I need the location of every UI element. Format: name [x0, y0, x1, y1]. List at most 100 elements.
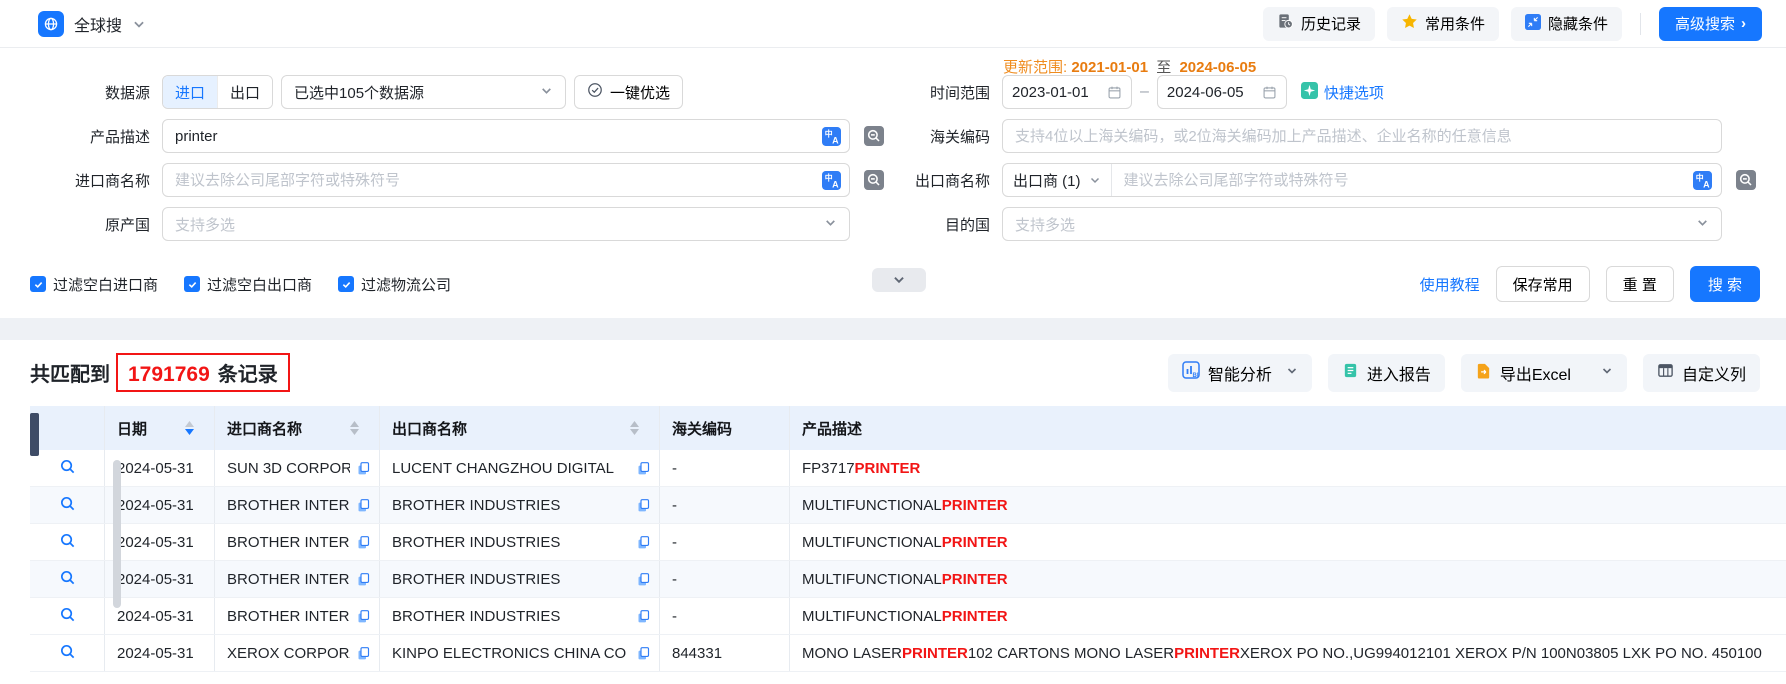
magnifier-icon[interactable]: [59, 569, 76, 590]
chevron-down-icon[interactable]: [132, 17, 146, 31]
result-summary: 共匹配到 1791769 条记录: [30, 353, 290, 392]
importer-name: BROTHER INTERN: [227, 497, 350, 514]
enter-report-button[interactable]: 进入报告: [1328, 354, 1445, 392]
excel-file-icon: [1475, 362, 1492, 384]
date-cell: 2024-05-31: [105, 524, 215, 560]
start-date-input[interactable]: [1012, 84, 1096, 101]
filter-blank-exporter-checkbox[interactable]: 过滤空白出口商: [184, 274, 312, 295]
magnifier-icon[interactable]: [59, 606, 76, 627]
section-gap: [0, 318, 1786, 340]
copy-icon[interactable]: [356, 609, 371, 624]
export-excel-button[interactable]: 导出Excel: [1461, 354, 1627, 392]
importer-input[interactable]: [162, 163, 850, 197]
copy-icon[interactable]: [636, 646, 651, 661]
calendar-icon[interactable]: [1107, 85, 1122, 100]
copy-icon[interactable]: [636, 461, 651, 476]
exporter-cell: BROTHER INDUSTRIES: [380, 561, 660, 597]
toggle-export[interactable]: 出口: [217, 76, 272, 108]
exporter-input[interactable]: [1112, 172, 1721, 189]
table-left-scroll-indicator[interactable]: [30, 413, 39, 456]
copy-icon[interactable]: [636, 535, 651, 550]
importer-name: XEROX CORPORA: [227, 645, 350, 662]
hide-conditions-button[interactable]: 隐藏条件: [1511, 7, 1622, 41]
history-button[interactable]: 历史记录: [1263, 7, 1375, 41]
toggle-import[interactable]: 进口: [163, 76, 217, 108]
filter-logistics-checkbox[interactable]: 过滤物流公司: [338, 274, 451, 295]
header-date[interactable]: 日期: [105, 406, 215, 450]
destination-country-label: 目的国: [900, 214, 990, 235]
results-header: 共匹配到 1791769 条记录 BI 智能分析 进入报告: [0, 340, 1786, 392]
header-importer-label: 进口商名称: [227, 418, 302, 439]
update-range: 更新范围: 2021-01-01 至 2024-06-05: [1003, 56, 1256, 77]
search-button[interactable]: 搜 索: [1690, 266, 1760, 302]
end-date-input[interactable]: [1167, 84, 1251, 101]
end-date-field: [1157, 75, 1287, 109]
magnifier-icon[interactable]: [59, 532, 76, 553]
sort-icons[interactable]: [630, 421, 639, 435]
data-source-value: 已选中105个数据源: [294, 82, 424, 103]
data-source-select[interactable]: 已选中105个数据源: [281, 75, 566, 109]
importer-cell: BROTHER INTERN: [215, 487, 380, 523]
copy-icon[interactable]: [636, 498, 651, 513]
advanced-search-button[interactable]: 高级搜索 ›: [1659, 7, 1762, 41]
copy-icon[interactable]: [356, 461, 371, 476]
header-importer[interactable]: 进口商名称: [215, 406, 380, 450]
exclude-search-icon[interactable]: [1736, 170, 1756, 190]
magnifier-icon[interactable]: [59, 458, 76, 479]
copy-icon[interactable]: [356, 646, 371, 661]
header-hs-code: 海关编码: [660, 406, 790, 450]
results-toolbar: BI 智能分析 进入报告 导出Excel 自定义列: [1168, 354, 1760, 392]
hs-code-input[interactable]: [1002, 119, 1722, 153]
copy-icon[interactable]: [636, 609, 651, 624]
copy-icon[interactable]: [356, 572, 371, 587]
magnifier-icon[interactable]: [59, 495, 76, 516]
importer-name: SUN 3D CORPOR: [227, 460, 350, 477]
translate-icon[interactable]: 中A: [822, 171, 841, 195]
filter-checkboxes: 过滤空白进口商 过滤空白出口商 过滤物流公司: [30, 274, 451, 295]
search-form: 更新范围: 2021-01-01 至 2024-06-05 数据源 进口 出口 …: [0, 48, 1786, 318]
quick-options-link[interactable]: 快捷选项: [1301, 82, 1384, 103]
copy-icon[interactable]: [356, 535, 371, 550]
app-switcher[interactable]: 全球搜: [38, 11, 146, 37]
reset-button[interactable]: 重 置: [1606, 266, 1674, 302]
favorite-label: 常用条件: [1425, 13, 1485, 34]
customize-columns-button[interactable]: 自定义列: [1643, 354, 1760, 392]
count-highlight-box: 1791769 条记录: [116, 353, 290, 392]
chevron-down-icon[interactable]: [1601, 364, 1613, 382]
product-desc-input[interactable]: [162, 119, 850, 153]
favorite-conditions-button[interactable]: 常用条件: [1387, 7, 1499, 41]
row-detail-cell: [30, 598, 105, 634]
sort-icons[interactable]: [185, 421, 194, 435]
copy-icon[interactable]: [636, 572, 651, 587]
hs-code-cell: -: [660, 561, 790, 597]
svg-text:BI: BI: [1192, 373, 1198, 379]
origin-country-select[interactable]: 支持多选: [162, 207, 850, 241]
save-favorite-button[interactable]: 保存常用: [1496, 266, 1590, 302]
translate-icon[interactable]: 中A: [1693, 171, 1712, 195]
importer-cell: BROTHER INTERN: [215, 598, 380, 634]
exporter-type-select[interactable]: 出口商 (1): [1003, 164, 1112, 196]
fixed-column-scrollbar[interactable]: [113, 460, 121, 608]
copy-icon[interactable]: [356, 498, 371, 513]
filter-blank-importer-checkbox[interactable]: 过滤空白进口商: [30, 274, 158, 295]
destination-country-select[interactable]: 支持多选: [1002, 207, 1722, 241]
smart-analysis-button[interactable]: BI 智能分析: [1168, 354, 1312, 392]
header-exporter[interactable]: 出口商名称: [380, 406, 660, 450]
importer-cell: BROTHER INTERN: [215, 561, 380, 597]
hs-code-cell: -: [660, 487, 790, 523]
tutorial-link[interactable]: 使用教程: [1420, 274, 1480, 295]
one-click-optimize-button[interactable]: 一键优选: [574, 75, 683, 109]
magnifier-icon[interactable]: [59, 643, 76, 664]
table-header-row: 日期 进口商名称 出口商名称: [30, 406, 1786, 450]
chevron-down-icon: [1286, 364, 1298, 382]
translate-icon[interactable]: 中A: [822, 127, 841, 151]
collapse-form-button[interactable]: [872, 268, 926, 292]
exporter-name: KINPO ELECTRONICS CHINA CO: [392, 645, 626, 662]
update-range-to: 至: [1156, 59, 1171, 76]
sort-icons[interactable]: [350, 421, 359, 435]
product-desc-cell: MONO LASER PRINTER 102 CARTONS MONO LASE…: [790, 635, 1786, 671]
exclude-search-icon[interactable]: [864, 126, 884, 146]
exclude-search-icon[interactable]: [864, 170, 884, 190]
calendar-icon[interactable]: [1262, 85, 1277, 100]
importer-name: BROTHER INTERN: [227, 608, 350, 625]
